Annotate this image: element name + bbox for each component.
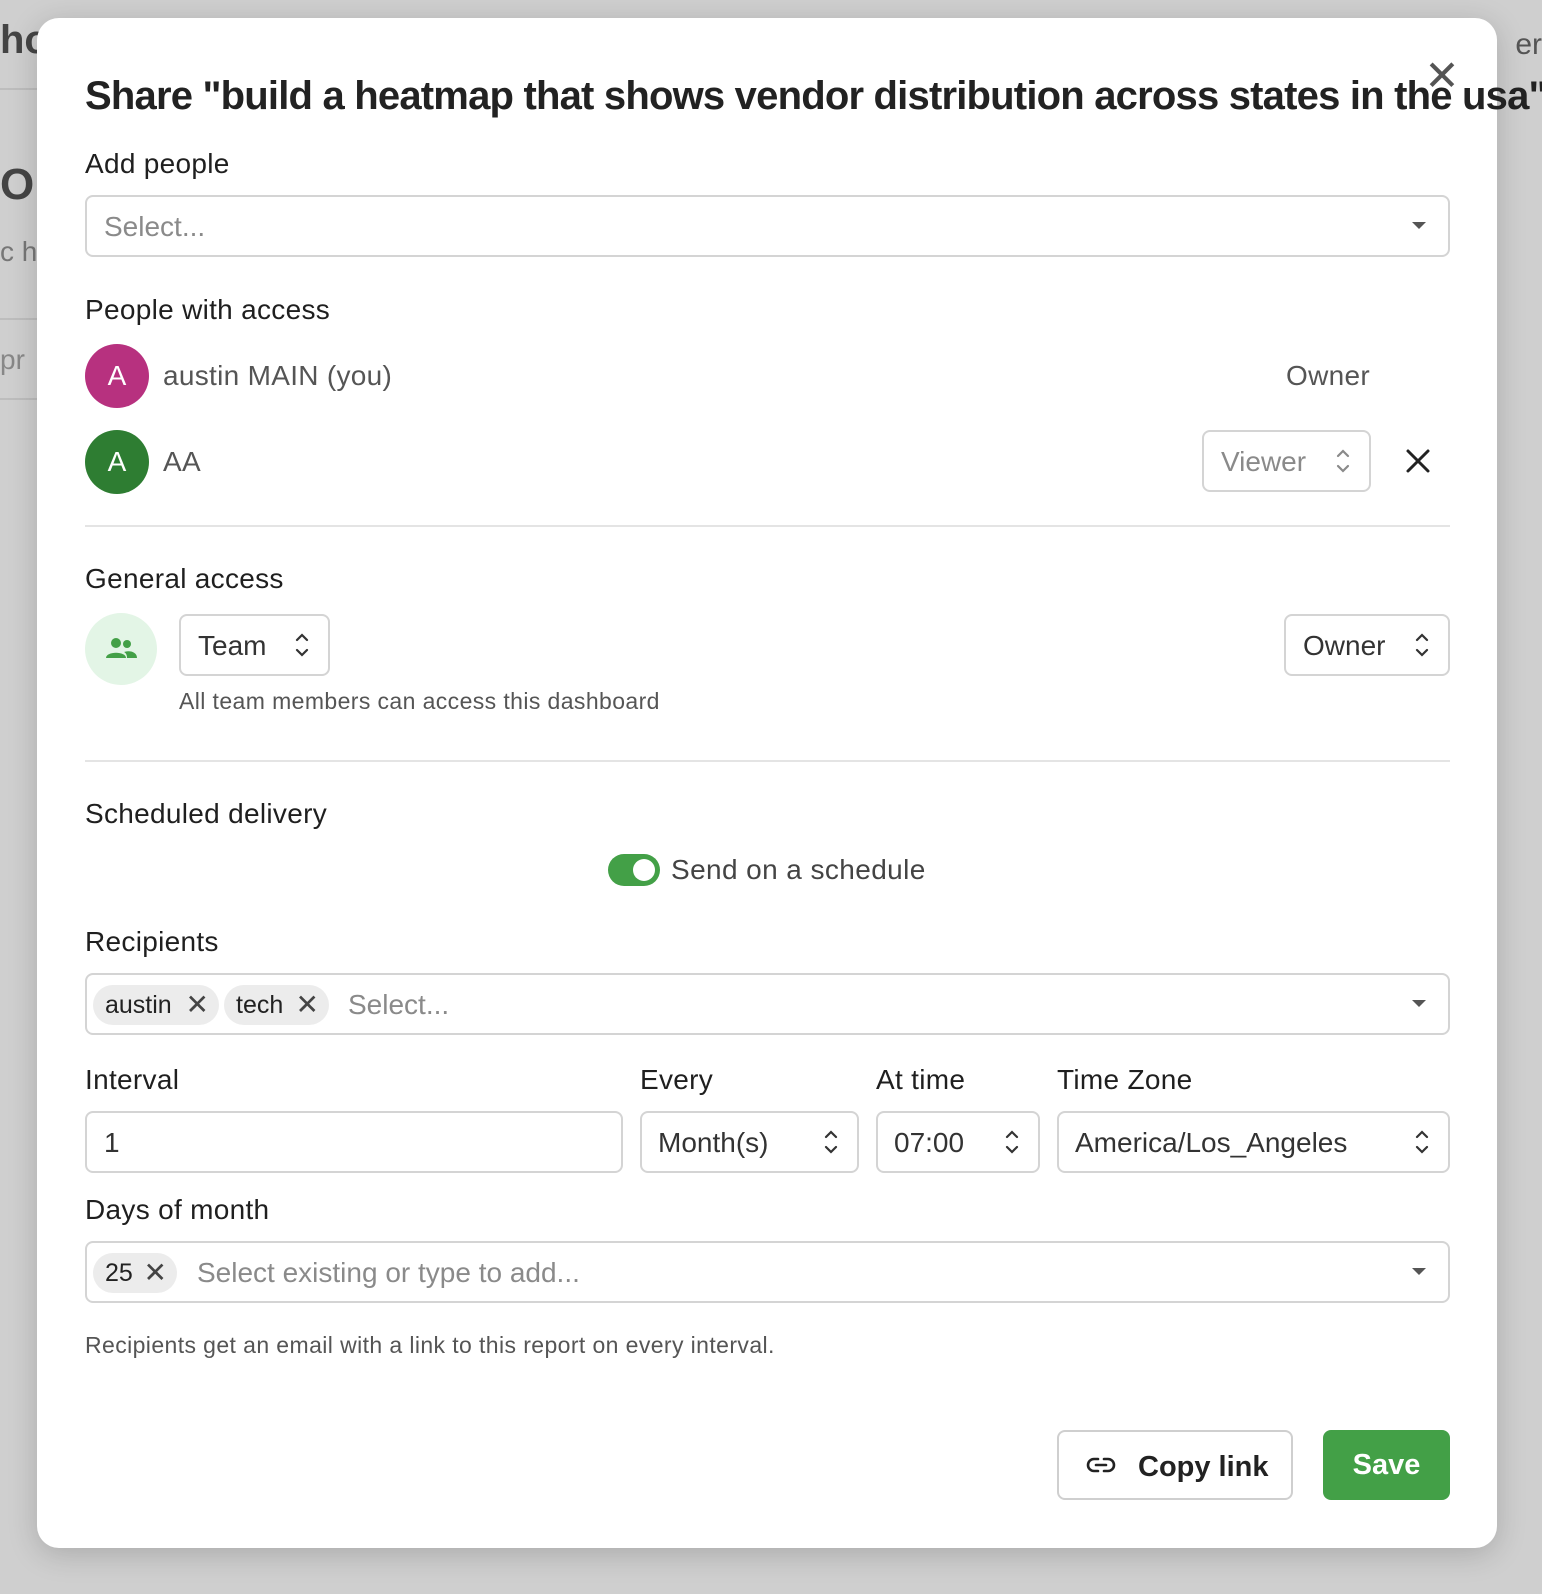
- background-fragment: c h: [0, 236, 38, 267]
- schedule-toggle[interactable]: [608, 854, 660, 886]
- updown-chevron-icon: [1415, 1130, 1429, 1154]
- copy-link-button[interactable]: Copy link: [1057, 1430, 1293, 1500]
- time-zone-select[interactable]: America/Los_Angeles: [1057, 1111, 1450, 1173]
- avatar: A: [85, 344, 149, 408]
- updown-chevron-icon: [1336, 449, 1350, 473]
- recipient-chip: tech ✕: [224, 985, 329, 1025]
- scheduled-delivery-label: Scheduled delivery: [85, 798, 327, 829]
- day-chip-label: 25: [105, 1259, 133, 1287]
- background-divider: [0, 318, 40, 320]
- schedule-help-text: Recipients get an email with a link to t…: [85, 1332, 775, 1358]
- remove-chip-icon[interactable]: ✕: [144, 1253, 167, 1293]
- recipients-select[interactable]: austin ✕ tech ✕ Select...: [85, 973, 1450, 1035]
- add-people-label: Add people: [85, 148, 230, 179]
- remove-chip-icon[interactable]: ✕: [296, 985, 319, 1025]
- updown-chevron-icon: [824, 1130, 838, 1154]
- updown-chevron-icon: [1005, 1130, 1019, 1154]
- general-access-role-value: Owner: [1303, 630, 1386, 661]
- every-value: Month(s): [658, 1127, 769, 1158]
- person-name: AA: [163, 446, 201, 477]
- chevron-down-icon: [1412, 1268, 1426, 1275]
- background-divider: [0, 398, 40, 400]
- chevron-down-icon: [1412, 222, 1426, 229]
- person-role-select[interactable]: Viewer: [1202, 430, 1371, 492]
- link-icon: [1086, 1457, 1116, 1473]
- interval-value: 1: [104, 1127, 120, 1158]
- divider: [85, 760, 1450, 762]
- at-time-value: 07:00: [894, 1127, 965, 1158]
- toggle-knob: [633, 859, 655, 881]
- avatar: A: [85, 430, 149, 494]
- general-access-role-select[interactable]: Owner: [1284, 614, 1450, 676]
- time-zone-label: Time Zone: [1057, 1064, 1193, 1095]
- divider: [85, 525, 1450, 527]
- person-role: Owner: [1286, 360, 1370, 391]
- people-group-icon: [85, 613, 157, 685]
- recipients-label: Recipients: [85, 926, 219, 957]
- day-chip: 25 ✕: [93, 1253, 177, 1293]
- schedule-toggle-label: Send on a schedule: [671, 854, 926, 885]
- remove-person-icon[interactable]: [1405, 448, 1431, 474]
- add-people-placeholder: Select...: [104, 211, 206, 242]
- general-access-label: General access: [85, 563, 284, 594]
- days-placeholder: Select existing or type to add...: [197, 1257, 580, 1288]
- background-fragment: pr: [0, 344, 25, 375]
- recipient-chip: austin ✕: [93, 985, 219, 1025]
- general-access-scope-select[interactable]: Team: [179, 614, 330, 676]
- interval-label: Interval: [85, 1064, 180, 1095]
- every-select[interactable]: Month(s): [640, 1111, 859, 1173]
- copy-link-label: Copy link: [1138, 1451, 1269, 1483]
- recipients-placeholder: Select...: [348, 989, 450, 1020]
- share-dialog: ✕ Share "build a heatmap that shows vend…: [37, 18, 1542, 1548]
- at-time-label: At time: [876, 1064, 966, 1095]
- remove-chip-icon[interactable]: ✕: [186, 985, 209, 1025]
- time-zone-value: America/Los_Angeles: [1075, 1127, 1348, 1158]
- days-of-month-label: Days of month: [85, 1194, 270, 1225]
- every-label: Every: [640, 1064, 714, 1095]
- person-name: austin MAIN (you): [163, 360, 393, 391]
- updown-chevron-icon: [295, 633, 309, 657]
- chevron-down-icon: [1412, 1000, 1426, 1007]
- people-with-access-label: People with access: [85, 294, 331, 325]
- background-fragment: er: [1515, 28, 1542, 61]
- person-role-value: Viewer: [1221, 446, 1307, 477]
- days-of-month-select[interactable]: 25 ✕ Select existing or type to add...: [85, 1241, 1450, 1303]
- general-access-scope-value: Team: [198, 630, 267, 661]
- add-people-select[interactable]: Select...: [85, 195, 1450, 257]
- interval-input[interactable]: 1: [85, 1111, 623, 1173]
- at-time-select[interactable]: 07:00: [876, 1111, 1040, 1173]
- recipient-chip-label: tech: [236, 991, 284, 1019]
- updown-chevron-icon: [1415, 633, 1429, 657]
- dialog-title: Share "build a heatmap that shows vendor…: [85, 74, 1542, 118]
- background-divider: [0, 88, 40, 90]
- recipient-chip-label: austin: [105, 991, 172, 1019]
- save-button[interactable]: Save: [1323, 1430, 1450, 1500]
- general-access-description: All team members can access this dashboa…: [179, 688, 660, 714]
